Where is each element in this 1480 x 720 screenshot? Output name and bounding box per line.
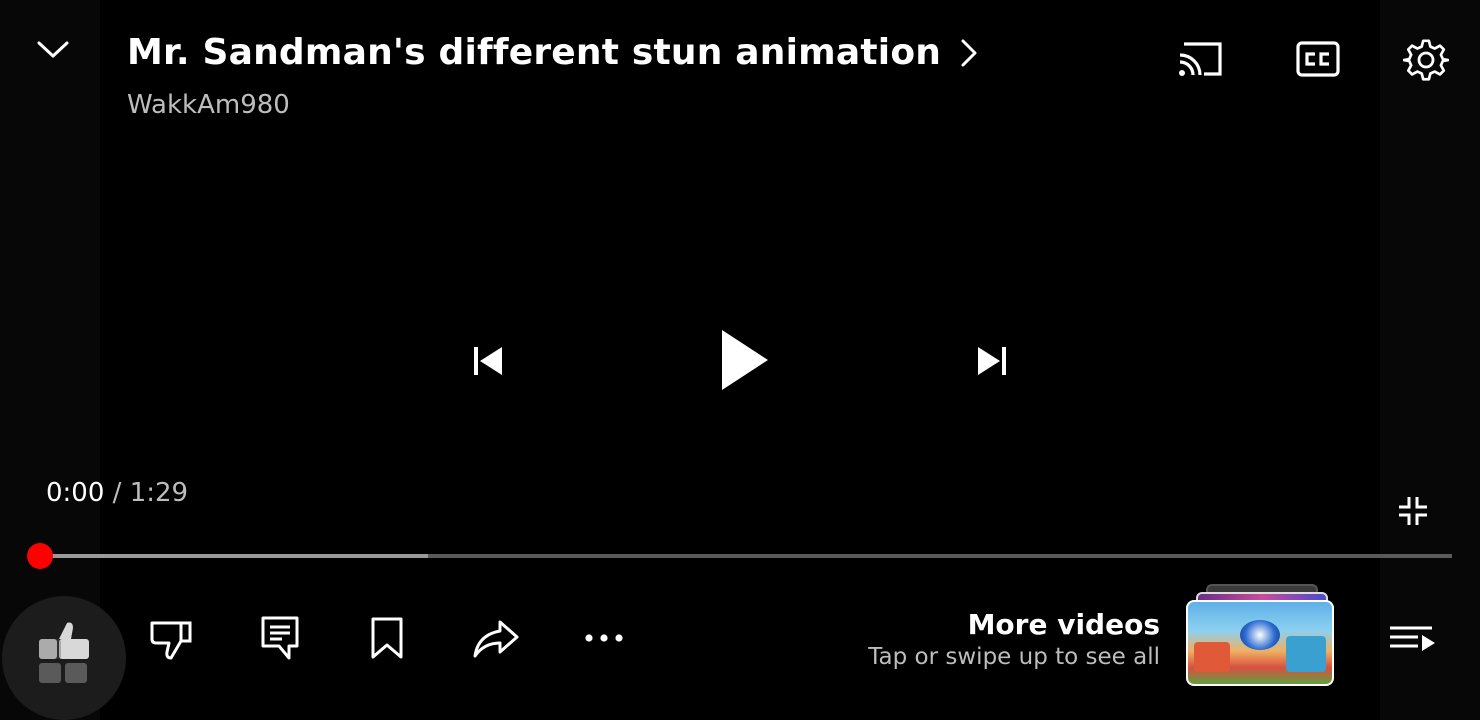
- time-separator: /: [112, 478, 130, 508]
- progress-bar[interactable]: [40, 554, 1452, 558]
- comment-icon: [261, 616, 299, 660]
- gear-icon: [1403, 39, 1449, 81]
- playlist-play-icon: [1390, 626, 1435, 651]
- exit-fullscreen-button[interactable]: [1392, 490, 1434, 532]
- more-videos-prompt[interactable]: More videos Tap or swipe up to see all: [868, 608, 1160, 672]
- skip-previous-icon: [474, 347, 502, 375]
- thumbs-up-icon: [39, 622, 89, 683]
- previous-button[interactable]: [462, 335, 514, 387]
- more-videos-subtitle: Tap or swipe up to see all: [868, 644, 1160, 670]
- thumbnail-art-right: [1286, 636, 1326, 672]
- dislike-button[interactable]: [148, 616, 194, 662]
- more-videos-thumbnail-stack[interactable]: [1186, 584, 1334, 686]
- share-arrow-icon: [473, 620, 519, 658]
- total-duration: 1:29: [129, 478, 189, 508]
- video-player-screen[interactable]: Mr. Sandman's different stun animation W…: [0, 0, 1480, 720]
- closed-captions-icon: [1296, 41, 1340, 77]
- next-button[interactable]: [966, 335, 1018, 387]
- chevron-down-icon: [37, 41, 69, 58]
- more-videos-title: More videos: [967, 608, 1160, 641]
- thumbnail-art-left: [1194, 642, 1230, 672]
- bookmark-icon: [371, 617, 403, 659]
- progress-scrubber-handle[interactable]: [27, 543, 53, 569]
- time-display: 0:00 / 1:29: [46, 478, 188, 508]
- play-icon: [722, 330, 768, 390]
- cast-button[interactable]: [1170, 34, 1230, 84]
- share-button[interactable]: [470, 616, 522, 662]
- right-edge-shade: [1380, 0, 1480, 720]
- thumbs-down-icon: [150, 621, 192, 660]
- thumbnail-front-card: [1186, 600, 1334, 686]
- current-time: 0:00: [46, 478, 105, 508]
- collapse-button[interactable]: [28, 30, 78, 70]
- more-horizontal-icon: [585, 634, 623, 642]
- save-button[interactable]: [366, 614, 408, 662]
- exit-fullscreen-icon: [1399, 497, 1427, 525]
- cast-icon: [1179, 42, 1222, 76]
- comments-button[interactable]: [258, 614, 302, 662]
- skip-next-icon: [978, 347, 1006, 375]
- channel-name[interactable]: WakkAm980: [127, 90, 290, 120]
- progress-buffered: [40, 554, 429, 558]
- more-actions-button[interactable]: [580, 620, 628, 656]
- settings-button[interactable]: [1398, 32, 1454, 88]
- play-button[interactable]: [708, 320, 782, 400]
- queue-button[interactable]: [1386, 620, 1438, 660]
- title-row[interactable]: Mr. Sandman's different stun animation: [127, 32, 983, 73]
- chevron-right-icon[interactable]: [959, 37, 983, 69]
- like-button[interactable]: [28, 614, 98, 690]
- captions-button[interactable]: [1290, 34, 1346, 84]
- thumbnail-logo: [1240, 620, 1280, 650]
- video-title[interactable]: Mr. Sandman's different stun animation: [127, 32, 941, 73]
